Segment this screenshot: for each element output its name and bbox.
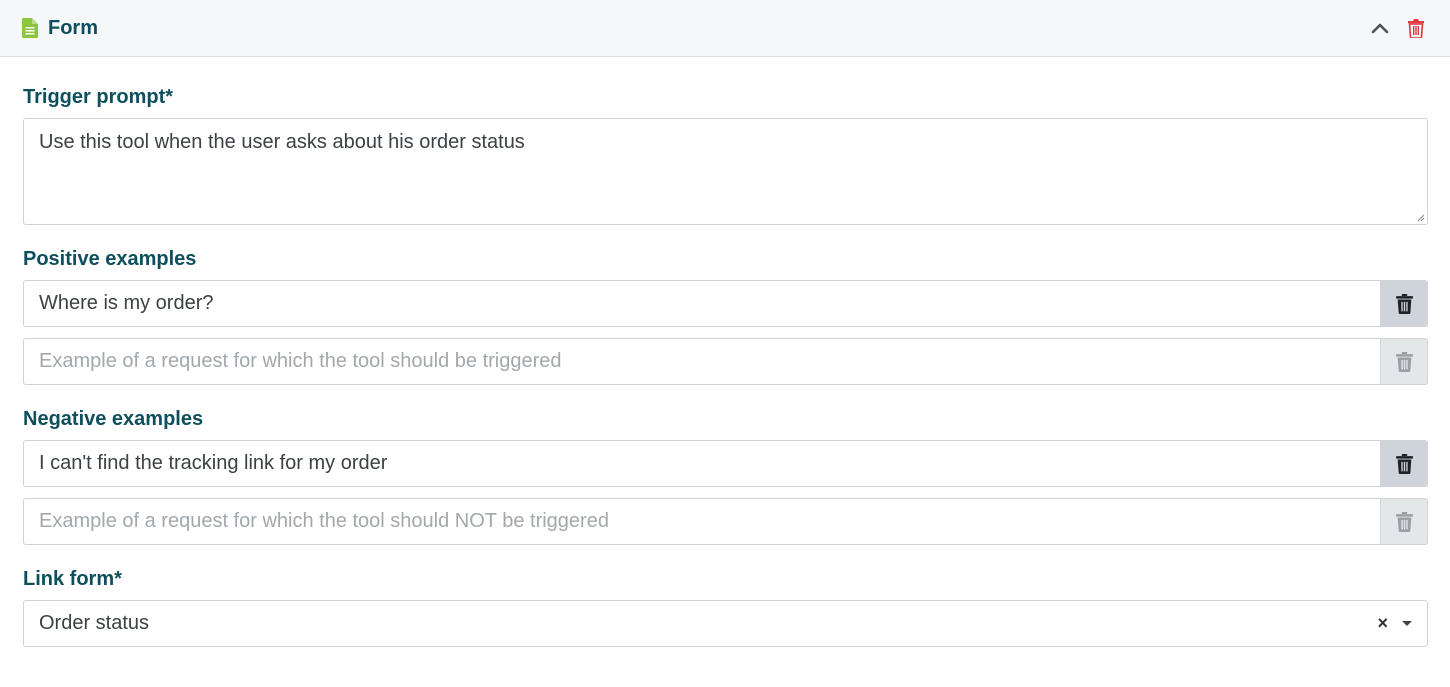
negative-example-row: Example of a request for which the tool … (23, 498, 1428, 545)
positive-example-row: Where is my order? (23, 280, 1428, 327)
delete-negative-example-button-disabled (1380, 498, 1428, 545)
resize-grip-icon[interactable] (1417, 214, 1425, 222)
delete-positive-example-button[interactable] (1380, 280, 1428, 327)
positive-example-row: Example of a request for which the tool … (23, 338, 1428, 385)
negative-example-input[interactable]: I can't find the tracking link for my or… (23, 440, 1380, 487)
clear-selection-button[interactable]: × (1377, 613, 1388, 634)
delete-positive-example-button-disabled (1380, 338, 1428, 385)
panel-header: Form (0, 0, 1450, 57)
trigger-prompt-textarea[interactable]: Use this tool when the user asks about h… (23, 118, 1428, 225)
link-form-label: Link form* (23, 568, 122, 590)
document-icon (22, 18, 38, 38)
trash-icon (1408, 18, 1424, 38)
trash-icon (1395, 511, 1413, 532)
delete-negative-example-button[interactable] (1380, 440, 1428, 487)
panel-title: Form (48, 16, 98, 39)
positive-examples-label: Positive examples (23, 248, 197, 270)
trash-icon (1395, 453, 1413, 474)
link-form-selected-value: Order status (39, 612, 150, 634)
trash-icon (1395, 293, 1413, 314)
trigger-prompt-text: Use this tool when the user asks about h… (39, 131, 525, 153)
negative-example-row: I can't find the tracking link for my or… (23, 440, 1428, 487)
positive-example-input[interactable]: Where is my order? (23, 280, 1380, 327)
delete-form-button[interactable] (1404, 16, 1428, 40)
positive-example-input-empty[interactable]: Example of a request for which the tool … (23, 338, 1380, 385)
link-form-select[interactable]: Order status × (23, 600, 1428, 647)
chevron-up-icon (1371, 23, 1389, 34)
form-panel: Form Trigger prompt* Use this tool when … (0, 0, 1450, 687)
trigger-prompt-label: Trigger prompt* (23, 86, 174, 108)
negative-examples-label: Negative examples (23, 408, 204, 430)
dropdown-caret-icon[interactable] (1402, 621, 1412, 626)
negative-example-input-empty[interactable]: Example of a request for which the tool … (23, 498, 1380, 545)
collapse-button[interactable] (1368, 16, 1392, 40)
trash-icon (1395, 351, 1413, 372)
